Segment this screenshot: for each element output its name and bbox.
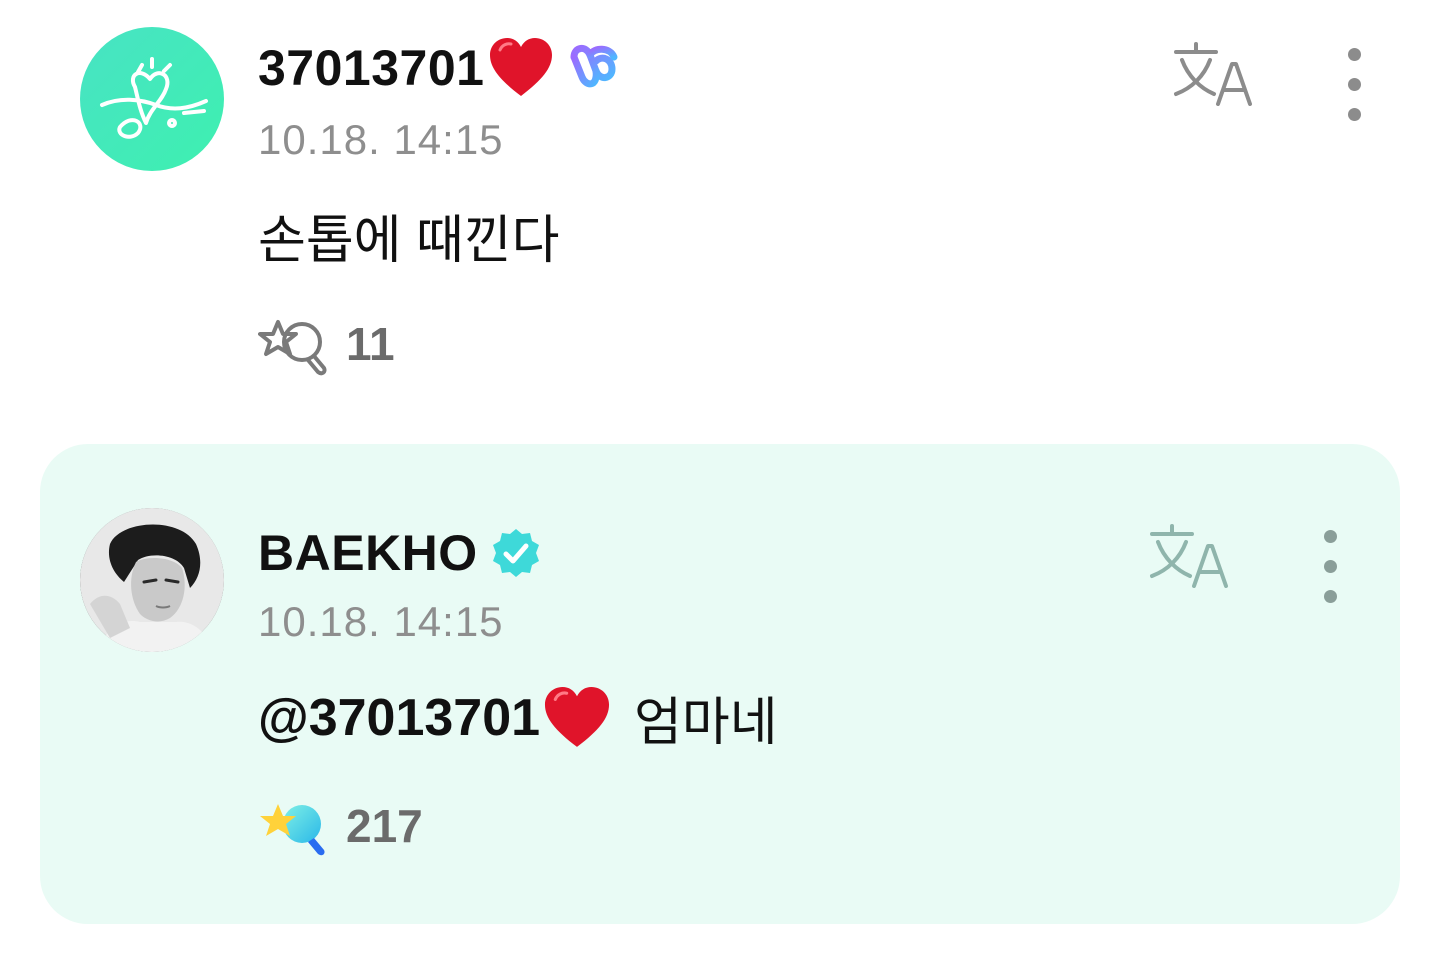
comment-reaction[interactable]: 11 bbox=[258, 312, 395, 376]
verified-badge-icon bbox=[492, 529, 539, 577]
comment-timestamp: 10.18. 14:15 bbox=[258, 116, 504, 163]
translate-icon[interactable] bbox=[1148, 524, 1230, 588]
reaction-count: 217 bbox=[346, 800, 423, 852]
fanclub-badge-icon bbox=[570, 45, 618, 88]
heart-icon bbox=[545, 686, 610, 747]
comment: 37013701 10.18. 14:15 손톱에 때낀다 11 bbox=[0, 0, 1440, 420]
profile-photo-icon bbox=[80, 508, 224, 652]
reply-username[interactable]: BAEKHO bbox=[258, 524, 542, 582]
mention-link[interactable]: @37013701 bbox=[258, 688, 540, 748]
lightstick-filled-icon bbox=[260, 804, 325, 856]
heart-icon bbox=[490, 38, 553, 96]
comment-username[interactable]: 37013701 bbox=[258, 38, 622, 98]
username-text: BAEKHO bbox=[258, 525, 478, 581]
reply-reaction[interactable]: 217 bbox=[258, 794, 423, 858]
lightstick-outline-icon bbox=[258, 320, 327, 376]
username-text: 37013701 bbox=[258, 40, 485, 96]
avatar[interactable] bbox=[80, 508, 224, 652]
more-options-icon[interactable] bbox=[1320, 530, 1340, 603]
reply-timestamp: 10.18. 14:15 bbox=[258, 598, 504, 645]
avatar[interactable] bbox=[80, 27, 224, 171]
comment-text: 손톱에 때낀다 bbox=[258, 212, 560, 270]
translate-icon[interactable] bbox=[1172, 42, 1254, 106]
reply-message: 엄마네 bbox=[634, 694, 778, 752]
fan-logo-icon bbox=[100, 57, 208, 139]
reply-card: BAEKHO 10.18. 14:15 @37013701 엄마네 217 bbox=[40, 444, 1400, 924]
more-options-icon[interactable] bbox=[1344, 48, 1364, 121]
reaction-count: 11 bbox=[346, 318, 395, 370]
reply-text: @37013701 엄마네 bbox=[258, 680, 778, 755]
